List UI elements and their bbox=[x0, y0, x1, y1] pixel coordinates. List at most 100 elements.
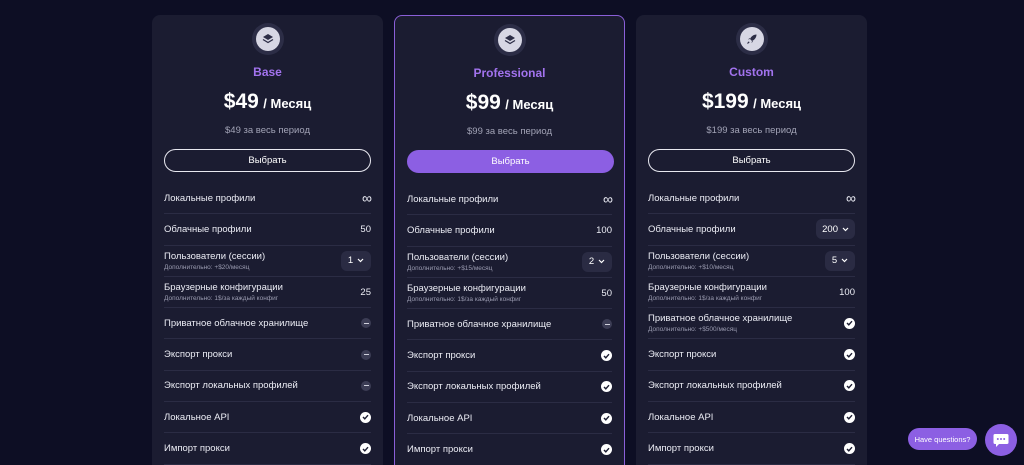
feature-label: Экспорт прокси bbox=[407, 350, 476, 362]
check-icon bbox=[601, 412, 612, 424]
layers-icon bbox=[255, 27, 280, 51]
feature-row: Браузерные конфигурации Дополнительно: 1… bbox=[164, 277, 371, 309]
dropdown-value: 2 bbox=[588, 256, 595, 268]
select-base-button[interactable]: Выбрать bbox=[164, 149, 371, 172]
check-icon bbox=[601, 350, 612, 362]
price: $199 / Месяц bbox=[648, 90, 855, 116]
feature-row: Импорт прокси bbox=[164, 433, 371, 465]
feature-row: Локальное API bbox=[648, 402, 855, 434]
feature-label: Импорт прокси bbox=[648, 443, 714, 455]
feature-value: 25 bbox=[360, 286, 371, 298]
feature-sub: Дополнительно: +$10/месяц bbox=[648, 263, 734, 271]
chat-button[interactable] bbox=[985, 424, 1017, 456]
feature-row: Импорт прокси bbox=[407, 434, 612, 465]
feature-label: Импорт прокси bbox=[407, 444, 473, 456]
feature-sub: Дополнительно: 1$/за каждый конфиг bbox=[648, 295, 763, 303]
minus-icon bbox=[602, 319, 612, 330]
infinity-icon: ∞ bbox=[603, 191, 613, 208]
minus-icon bbox=[361, 349, 371, 360]
feature-label: Приватное облачное хранилище bbox=[164, 317, 309, 329]
feature-row: Облачные профили 200 bbox=[648, 214, 855, 246]
feature-row: Экспорт локальных профилей bbox=[648, 371, 855, 403]
users-dropdown[interactable]: 5 bbox=[825, 250, 855, 271]
check-icon bbox=[844, 317, 855, 329]
feature-sub: Дополнительно: +$20/месяц bbox=[164, 263, 250, 271]
feature-label: Браузерные конфигурации bbox=[164, 282, 283, 294]
feature-label: Браузерные конфигурации bbox=[648, 282, 767, 294]
feature-label: Локальные профили bbox=[648, 192, 740, 204]
infinity-icon: ∞ bbox=[362, 190, 372, 207]
feature-row: Локальное API bbox=[164, 402, 371, 434]
check-icon bbox=[844, 380, 855, 392]
feature-list: Локальные профили ∞ Облачные профили 200… bbox=[648, 183, 856, 465]
feature-sub: Дополнительно: +$500/месяц bbox=[648, 326, 738, 334]
plan-card-base: Base $49 / Месяц $49 за весь период Выбр… bbox=[152, 15, 383, 465]
feature-row: Облачные профили 100 bbox=[407, 215, 612, 247]
chevron-down-icon bbox=[598, 259, 605, 264]
feature-label: Экспорт локальных профилей bbox=[648, 380, 782, 392]
chevron-down-icon bbox=[842, 227, 849, 232]
feature-row: Локальные профили ∞ bbox=[648, 183, 856, 215]
select-professional-button[interactable]: Выбрать bbox=[407, 150, 614, 173]
feature-sub: Дополнительно: 1$/за каждый конфиг bbox=[407, 296, 522, 304]
feature-label: Браузерные конфигурации bbox=[407, 283, 526, 295]
feature-row: Локальные профили ∞ bbox=[407, 184, 613, 216]
feature-list: Локальные профили ∞ Облачные профили 100… bbox=[407, 184, 613, 465]
period-total: $99 за весь период bbox=[467, 126, 552, 137]
chat-bubble-icon bbox=[993, 433, 1009, 447]
feature-list: Локальные профили ∞ Облачные профили 50 … bbox=[164, 183, 372, 465]
price: $99 / Месяц bbox=[407, 91, 612, 117]
feature-row: Локальные профили ∞ bbox=[164, 183, 372, 215]
feature-label: Пользователи (сессии) bbox=[407, 251, 509, 263]
price-period-unit: / Месяц bbox=[263, 96, 312, 111]
users-dropdown[interactable]: 1 bbox=[341, 250, 371, 271]
feature-label: Приватное облачное хранилище bbox=[407, 318, 552, 330]
price-amount: $199 bbox=[701, 90, 749, 113]
feature-row: Приватное облачное хранилище bbox=[164, 308, 371, 340]
check-icon bbox=[601, 444, 612, 456]
price-period-unit: / Месяц bbox=[753, 96, 802, 111]
feature-value: 50 bbox=[360, 223, 371, 235]
chevron-down-icon bbox=[357, 258, 364, 263]
minus-icon bbox=[361, 318, 371, 329]
feature-row: Экспорт прокси bbox=[164, 339, 371, 371]
feature-row: Локальное API bbox=[407, 403, 612, 435]
check-icon bbox=[601, 381, 612, 393]
check-icon bbox=[360, 411, 371, 423]
plan-name: Professional bbox=[473, 66, 546, 80]
plan-card-custom: Custom $199 / Месяц $199 за весь период … bbox=[636, 15, 867, 465]
check-icon bbox=[844, 443, 855, 455]
feature-row: Облачные профили 50 bbox=[164, 214, 371, 246]
chevron-down-icon bbox=[841, 258, 848, 263]
cloud-profiles-dropdown[interactable]: 200 bbox=[816, 219, 855, 240]
feature-label: Локальное API bbox=[648, 411, 714, 423]
feature-sub: Дополнительно: 1$/за каждый конфиг bbox=[164, 295, 279, 303]
plan-name: Custom bbox=[729, 65, 774, 79]
price-amount: $49 bbox=[223, 90, 259, 113]
feature-sub: Дополнительно: +$15/месяц bbox=[407, 264, 493, 272]
feature-label: Пользователи (сессии) bbox=[648, 250, 750, 262]
feature-row: Пользователи (сессии) Дополнительно: +$1… bbox=[648, 246, 855, 277]
dropdown-value: 200 bbox=[822, 223, 838, 235]
layers-icon bbox=[497, 28, 522, 52]
feature-label: Экспорт локальных профилей bbox=[407, 381, 541, 393]
feature-label: Приватное облачное хранилище bbox=[648, 313, 793, 325]
plan-name: Base bbox=[253, 65, 282, 79]
feature-row: Экспорт прокси bbox=[407, 340, 612, 372]
have-questions-button[interactable]: Have questions? bbox=[908, 428, 977, 450]
check-icon bbox=[360, 443, 371, 455]
users-dropdown[interactable]: 2 bbox=[582, 251, 612, 272]
feature-value: 100 bbox=[596, 224, 612, 236]
feature-label: Экспорт прокси bbox=[648, 349, 717, 361]
feature-row: Браузерные конфигурации Дополнительно: 1… bbox=[648, 277, 855, 309]
price-amount: $99 bbox=[465, 91, 501, 114]
feature-label: Локальное API bbox=[164, 411, 230, 423]
feature-label: Локальные профили bbox=[164, 192, 256, 204]
feature-row: Пользователи (сессии) Дополнительно: +$1… bbox=[407, 247, 612, 278]
feature-label: Локальные профили bbox=[407, 193, 499, 205]
minus-icon bbox=[361, 380, 371, 391]
feature-row: Экспорт прокси bbox=[648, 339, 855, 371]
check-icon bbox=[844, 349, 855, 361]
feature-label: Локальное API bbox=[407, 412, 473, 424]
select-custom-button[interactable]: Выбрать bbox=[648, 149, 855, 172]
